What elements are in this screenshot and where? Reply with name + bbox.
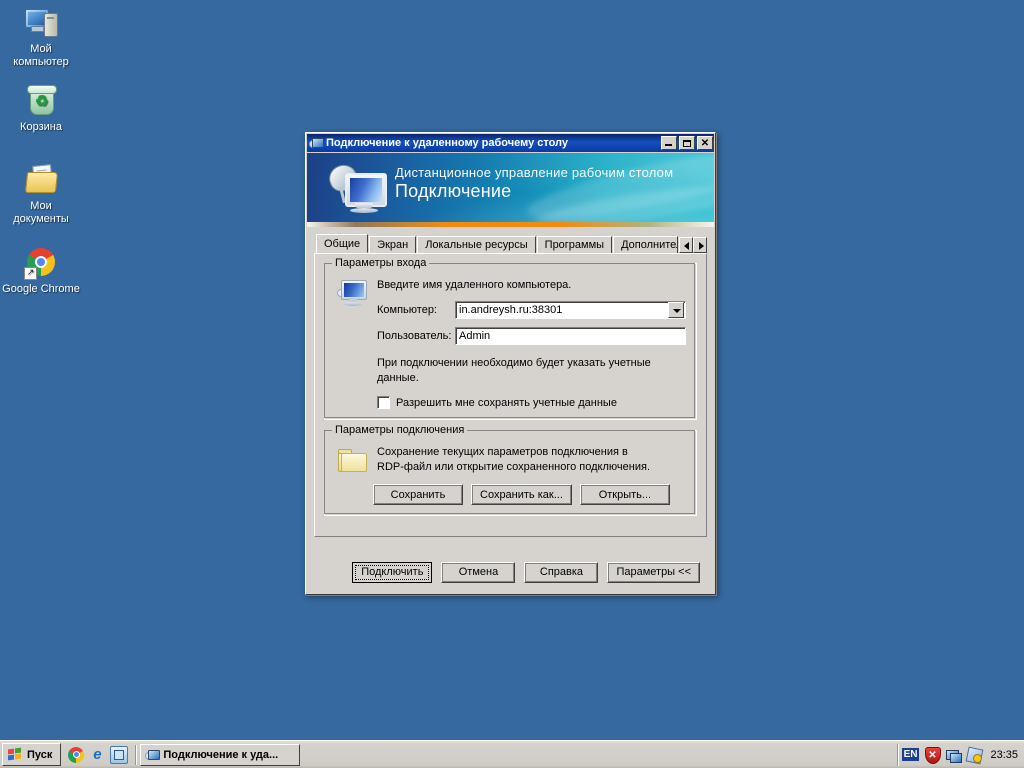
tab-scroll-right-icon[interactable] bbox=[693, 237, 707, 253]
remote-desktop-icon bbox=[145, 748, 161, 762]
taskbar-button-remote-desktop[interactable]: Подключение к уда... bbox=[140, 743, 301, 766]
taskbar-button-label: Подключение к уда... bbox=[163, 748, 279, 761]
desktop-icon-label: Мои bbox=[30, 200, 52, 212]
security-shield-alert-icon[interactable]: ✕ bbox=[924, 746, 942, 764]
credentials-note-line2: данные. bbox=[377, 372, 419, 384]
save-button[interactable]: Сохранить bbox=[373, 484, 463, 505]
open-button[interactable]: Открыть... bbox=[579, 484, 670, 505]
remote-desktop-banner-icon bbox=[325, 160, 387, 219]
quick-launch-bar[interactable]: e bbox=[66, 745, 134, 764]
focus-outline bbox=[355, 564, 430, 580]
computer-monitor-icon bbox=[337, 280, 367, 307]
cancel-button[interactable]: Отмена bbox=[441, 561, 516, 583]
window-controls: ✕ bbox=[661, 136, 713, 150]
taskbar-separator bbox=[135, 744, 137, 765]
tab-scroll-left-icon[interactable] bbox=[679, 237, 693, 253]
network-connection-icon[interactable] bbox=[945, 747, 963, 763]
internet-explorer-icon[interactable]: e bbox=[89, 746, 105, 763]
connection-hint-row: Сохранение текущих параметров подключени… bbox=[335, 445, 686, 475]
desktop-icon-my-documents[interactable]: Мои документы bbox=[2, 163, 80, 226]
desktop[interactable]: Мой компьютер ♻ Корзина Мои документы ↗ … bbox=[0, 0, 1024, 768]
tab-general[interactable]: Общие bbox=[316, 234, 369, 253]
banner-title: Подключение bbox=[395, 181, 512, 201]
dialog-banner: Дистанционное управление рабочим столом … bbox=[307, 153, 714, 227]
recycle-bin-icon: ♻ bbox=[24, 84, 58, 118]
remote-desktop-icon bbox=[309, 136, 324, 150]
system-tray[interactable]: EN ✕ 23:35 bbox=[896, 743, 1024, 766]
dialog-titlebar[interactable]: Подключение к удаленному рабочему столу … bbox=[307, 134, 714, 152]
show-desktop-icon[interactable] bbox=[110, 745, 129, 764]
user-field-row: Пользователь: Admin bbox=[377, 327, 686, 345]
chrome-icon[interactable] bbox=[68, 746, 85, 763]
tab-page-general: Параметры входа Введите имя удаленного к… bbox=[314, 253, 707, 537]
tab-programs[interactable]: Программы bbox=[536, 236, 613, 253]
options-button[interactable]: Параметры << bbox=[607, 561, 700, 583]
chrome-icon: ↗ bbox=[24, 246, 58, 280]
banner-accent-stripe bbox=[307, 222, 714, 227]
user-input[interactable]: Admin bbox=[455, 327, 686, 345]
user-label: Пользователь: bbox=[377, 330, 452, 342]
logon-settings-group: Параметры входа Введите имя удаленного к… bbox=[324, 257, 697, 420]
computer-input[interactable]: in.andreysh.ru:38301 bbox=[459, 304, 668, 316]
connection-buttons: Сохранить Сохранить как... Открыть... bbox=[335, 484, 686, 505]
banner-subtitle: Дистанционное управление рабочим столом bbox=[395, 165, 674, 180]
computer-combobox[interactable]: in.andreysh.ru:38301 bbox=[455, 301, 686, 319]
start-button-label: Пуск bbox=[27, 748, 53, 761]
language-indicator[interactable]: EN bbox=[901, 748, 920, 761]
desktop-icon-label: Корзина bbox=[20, 121, 62, 133]
save-credentials-checkbox[interactable] bbox=[377, 396, 390, 409]
start-button[interactable]: Пуск bbox=[2, 743, 62, 766]
my-documents-icon bbox=[24, 163, 59, 197]
credentials-note-line1: При подключении необходимо будет указать… bbox=[377, 357, 651, 369]
desktop-icon-recycle-bin[interactable]: ♻ Корзина bbox=[2, 84, 80, 134]
maximize-button[interactable] bbox=[679, 136, 695, 150]
tab-scroll-buttons[interactable] bbox=[679, 237, 707, 253]
windows-flag-icon bbox=[8, 747, 23, 761]
minimize-button[interactable] bbox=[661, 136, 677, 150]
logon-hint: Введите имя удаленного компьютера. bbox=[377, 279, 572, 291]
save-credentials-row[interactable]: Разрешить мне сохранять учетные данные bbox=[377, 396, 686, 409]
computer-field-row: Компьютер: in.andreysh.ru:38301 bbox=[377, 301, 686, 319]
desktop-icon-google-chrome[interactable]: ↗ Google Chrome bbox=[2, 246, 80, 296]
tab-display[interactable]: Экран bbox=[369, 236, 417, 253]
connection-settings-group: Параметры подключения Сохранение текущих… bbox=[324, 424, 697, 516]
tab-strip[interactable]: Общие Экран Локальные ресурсы Программы … bbox=[314, 234, 707, 253]
logon-group-legend: Параметры входа bbox=[332, 257, 430, 269]
folder-icon bbox=[337, 447, 367, 473]
tab-advanced[interactable]: Дополнительно bbox=[613, 236, 678, 253]
desktop-icon-label: Google Chrome bbox=[2, 283, 80, 295]
save-as-button[interactable]: Сохранить как... bbox=[471, 484, 572, 505]
desktop-icon-label-2: компьютер bbox=[13, 56, 69, 68]
update-package-icon[interactable] bbox=[966, 746, 984, 764]
connection-group-legend: Параметры подключения bbox=[332, 424, 468, 436]
connection-hint-line1: Сохранение текущих параметров подключени… bbox=[377, 446, 628, 458]
desktop-icon-label: Мой bbox=[30, 43, 52, 55]
desktop-icon-my-computer[interactable]: Мой компьютер bbox=[2, 6, 80, 69]
chevron-down-icon[interactable] bbox=[668, 302, 684, 318]
taskbar-clock[interactable]: 23:35 bbox=[987, 749, 1018, 761]
connect-button[interactable]: Подключить bbox=[352, 561, 433, 583]
desktop-icon-label-2: документы bbox=[13, 213, 69, 225]
close-button[interactable]: ✕ bbox=[697, 136, 713, 150]
logon-hint-row: Введите имя удаленного компьютера. Компь… bbox=[335, 278, 686, 409]
remote-desktop-connection-dialog[interactable]: Подключение к удаленному рабочему столу … bbox=[305, 132, 716, 595]
dialog-footer: Подключить Отмена Справка Параметры << bbox=[307, 551, 714, 593]
save-credentials-label[interactable]: Разрешить мне сохранять учетные данные bbox=[396, 397, 617, 409]
dialog-title: Подключение к удаленному рабочему столу bbox=[326, 137, 569, 149]
help-button[interactable]: Справка bbox=[524, 561, 599, 583]
my-computer-icon bbox=[24, 6, 58, 40]
connection-hint-line2: RDP-файл или открытие сохраненного подкл… bbox=[377, 461, 650, 473]
tab-local-resources[interactable]: Локальные ресурсы bbox=[417, 236, 536, 253]
taskbar[interactable]: Пуск e Подключение к уда... EN ✕ 23:35 bbox=[0, 740, 1024, 768]
computer-label: Компьютер: bbox=[377, 304, 437, 316]
